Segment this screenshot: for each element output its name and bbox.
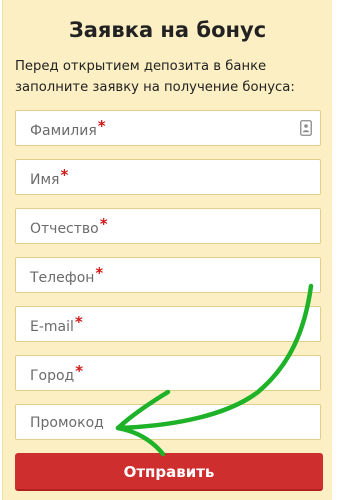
last-name-placeholder: Фамилия* — [30, 117, 106, 139]
required-mark: * — [74, 313, 83, 331]
contact-card-icon[interactable] — [300, 120, 312, 136]
phone-placeholder: Телефон* — [30, 264, 104, 286]
submit-button[interactable]: Отправить — [15, 453, 323, 491]
first-name-placeholder: Имя* — [30, 166, 69, 188]
form-title: Заявка на бонус — [68, 18, 267, 42]
promo-code-placeholder: Промокод — [30, 415, 104, 431]
last-name-input[interactable]: Фамилия* — [15, 110, 321, 146]
required-mark: * — [75, 362, 84, 380]
patronymic-placeholder: Отчество* — [30, 215, 108, 237]
phone-input[interactable]: Телефон* — [15, 257, 321, 293]
patronymic-input[interactable]: Отчество* — [15, 208, 321, 244]
required-mark: * — [99, 215, 108, 233]
email-input[interactable]: E-mail* — [15, 306, 321, 342]
form-intro: Перед открытием депозита в банке заполни… — [15, 59, 295, 95]
required-mark: * — [95, 264, 104, 282]
required-mark: * — [60, 166, 69, 184]
city-placeholder: Город* — [30, 362, 84, 384]
city-input[interactable]: Город* — [15, 355, 321, 391]
bonus-form-panel: Заявка на бонус Перед открытием депозита… — [2, 0, 332, 500]
email-placeholder: E-mail* — [30, 313, 83, 335]
required-mark: * — [97, 117, 106, 135]
first-name-input[interactable]: Имя* — [15, 159, 321, 195]
promo-code-input[interactable]: Промокод — [15, 404, 321, 440]
